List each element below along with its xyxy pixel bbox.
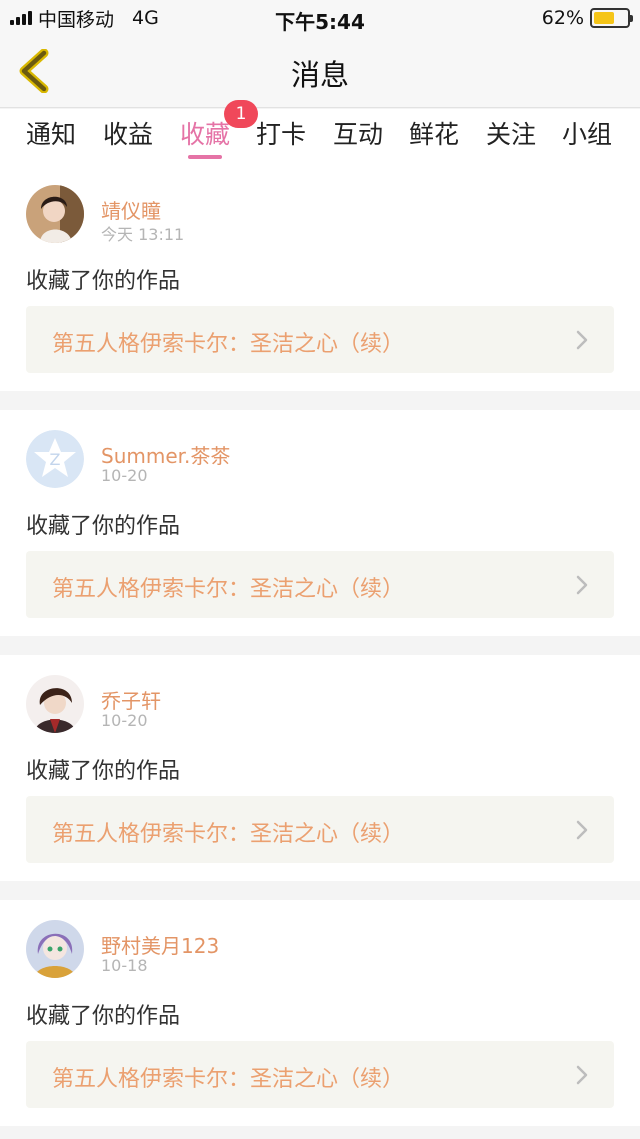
timestamp: 10-18 [101, 956, 148, 975]
chevron-right-icon [576, 1065, 588, 1085]
work-link[interactable]: 第五人格伊索卡尔：圣洁之心（续） [26, 306, 614, 373]
username[interactable]: 野村美月123 [101, 930, 219, 959]
battery-percent: 62% [541, 7, 584, 29]
work-title: 第五人格伊索卡尔：圣洁之心（续） [52, 822, 405, 847]
svg-text:Z: Z [50, 450, 61, 469]
tab-bar: 通知 收益 收藏 1 打卡 互动 鲜花 关注 小组 [0, 100, 640, 165]
chevron-right-icon [576, 575, 588, 595]
status-bar: 中国移动 4G 下午5:44 62% [0, 0, 640, 36]
action-text: 收藏了你的作品 [26, 269, 181, 294]
timestamp: 今天 13:11 [101, 225, 185, 244]
list-item: 野村美月123 10-18 收藏了你的作品 第五人格伊索卡尔：圣洁之心（续） [0, 900, 640, 1126]
work-title: 第五人格伊索卡尔：圣洁之心（续） [52, 332, 405, 357]
action-text: 收藏了你的作品 [26, 1004, 181, 1029]
tab-groups[interactable]: 小组 [562, 115, 612, 151]
tab-favorites[interactable]: 收藏 [180, 115, 230, 151]
work-link[interactable]: 第五人格伊索卡尔：圣洁之心（续） [26, 551, 614, 618]
action-text: 收藏了你的作品 [26, 514, 181, 539]
avatar[interactable] [26, 185, 84, 243]
work-link[interactable]: 第五人格伊索卡尔：圣洁之心（续） [26, 1041, 614, 1108]
active-tab-indicator [188, 155, 222, 159]
tab-interactions[interactable]: 互动 [333, 115, 383, 151]
chevron-right-icon [576, 820, 588, 840]
work-title: 第五人格伊索卡尔：圣洁之心（续） [52, 1067, 405, 1092]
nav-bar: 消息 [0, 36, 640, 108]
work-title: 第五人格伊索卡尔：圣洁之心（续） [52, 577, 405, 602]
timestamp: 10-20 [101, 466, 148, 485]
timestamp: 10-20 [101, 711, 148, 730]
status-right: 62% [541, 6, 633, 30]
tab-checkin[interactable]: 打卡 [256, 115, 306, 151]
username[interactable]: Summer.茶茶 [101, 440, 230, 469]
avatar[interactable] [26, 920, 84, 978]
username[interactable]: 乔子轩 [101, 685, 161, 714]
tab-following[interactable]: 关注 [486, 115, 536, 151]
tab-notifications[interactable]: 通知 [26, 115, 76, 151]
chevron-right-icon [576, 330, 588, 350]
action-text: 收藏了你的作品 [26, 759, 181, 784]
battery-level [594, 12, 614, 24]
page-title: 消息 [290, 58, 349, 92]
avatar[interactable]: Z [26, 430, 84, 488]
battery-icon [590, 8, 633, 28]
username[interactable]: 靖仪瞳 [101, 195, 161, 224]
list-item: Z Summer.茶茶 10-20 收藏了你的作品 第五人格伊索卡尔：圣洁之心（… [0, 410, 640, 636]
list-item: 靖仪瞳 今天 13:11 收藏了你的作品 第五人格伊索卡尔：圣洁之心（续） [0, 165, 640, 391]
avatar[interactable] [26, 675, 84, 733]
tab-earnings[interactable]: 收益 [103, 115, 153, 151]
work-link[interactable]: 第五人格伊索卡尔：圣洁之心（续） [26, 796, 614, 863]
tab-flowers[interactable]: 鲜花 [409, 115, 459, 151]
list-item: 乔子轩 10-20 收藏了你的作品 第五人格伊索卡尔：圣洁之心（续） [0, 655, 640, 881]
unread-badge: 1 [224, 100, 258, 128]
